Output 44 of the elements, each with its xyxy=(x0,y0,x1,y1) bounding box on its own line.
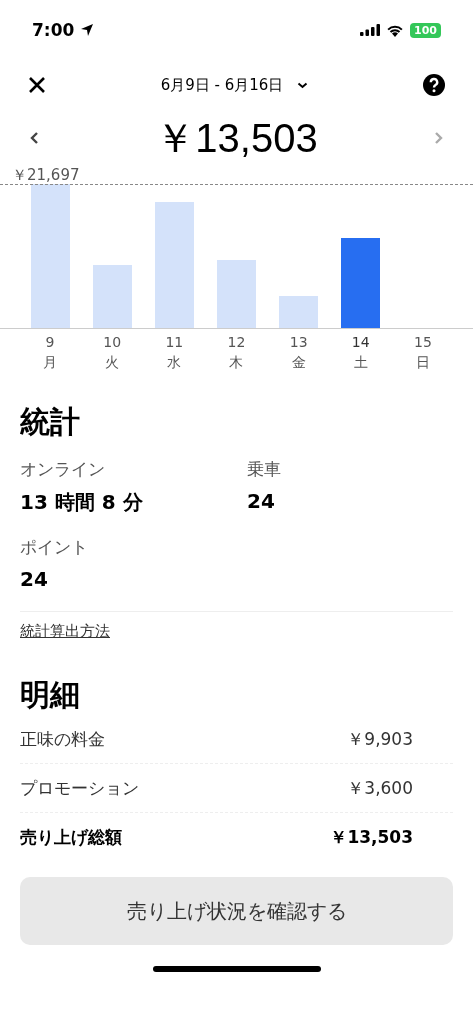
breakdown-amount: ￥9,903 xyxy=(347,727,413,751)
day-date: 15 xyxy=(414,333,432,352)
section-title: 統計 xyxy=(20,403,81,441)
day-date: 13 xyxy=(289,333,308,352)
next-icon[interactable] xyxy=(434,131,443,145)
day-date: 12 xyxy=(227,333,246,352)
status-time: 7:00 xyxy=(32,20,75,40)
day-date: 14 xyxy=(351,333,370,352)
breakdown-label: プロモーション xyxy=(20,776,139,800)
day-weekday: 土 xyxy=(353,353,368,372)
location-arrow-icon xyxy=(80,23,95,37)
breakdown-amount: ￥3,600 xyxy=(347,776,413,800)
stat-label: 乗車 xyxy=(247,458,282,481)
total-earnings: ￥13,503 xyxy=(155,114,318,162)
stats-method-link[interactable]: 統計算出方法 xyxy=(20,622,110,641)
day-weekday: 火 xyxy=(105,353,120,372)
day-date: 10 xyxy=(103,333,122,352)
breakdown-label: 売り上げ総額 xyxy=(20,825,122,849)
battery-indicator: 100 xyxy=(410,22,441,38)
breakdown-label: 正味の料金 xyxy=(20,727,105,751)
stat-value: 24 xyxy=(247,489,276,513)
section-title: 明細 xyxy=(20,676,81,714)
day-weekday: 日 xyxy=(415,353,430,372)
day-weekday: 金 xyxy=(291,353,306,372)
day-weekday: 月 xyxy=(43,353,58,372)
earnings-status-button[interactable]: 売り上げ状況を確認する xyxy=(20,877,453,945)
day-date: 9 xyxy=(45,333,55,352)
stat-value: 24 xyxy=(20,567,49,591)
stat-label: オンライン xyxy=(20,458,106,481)
max-label: ￥21,697 xyxy=(11,166,81,184)
date-range[interactable]: 6月9日 - 6月16日 xyxy=(160,75,284,95)
stat-label: ポイント xyxy=(20,536,89,559)
day-bar[interactable] xyxy=(341,238,381,328)
help-icon[interactable] xyxy=(423,74,445,96)
stat-value: 13 時間 8 分 xyxy=(20,489,144,516)
wifi-icon xyxy=(386,23,405,37)
signal-icon xyxy=(360,24,381,36)
chevron-down-icon[interactable] xyxy=(297,81,309,89)
day-weekday: 水 xyxy=(167,353,182,372)
day-date: 11 xyxy=(165,333,184,352)
breakdown-amount: ￥13,503 xyxy=(330,825,413,849)
close-icon[interactable] xyxy=(28,76,46,94)
previous-icon[interactable] xyxy=(30,131,39,145)
day-weekday: 木 xyxy=(229,353,244,372)
